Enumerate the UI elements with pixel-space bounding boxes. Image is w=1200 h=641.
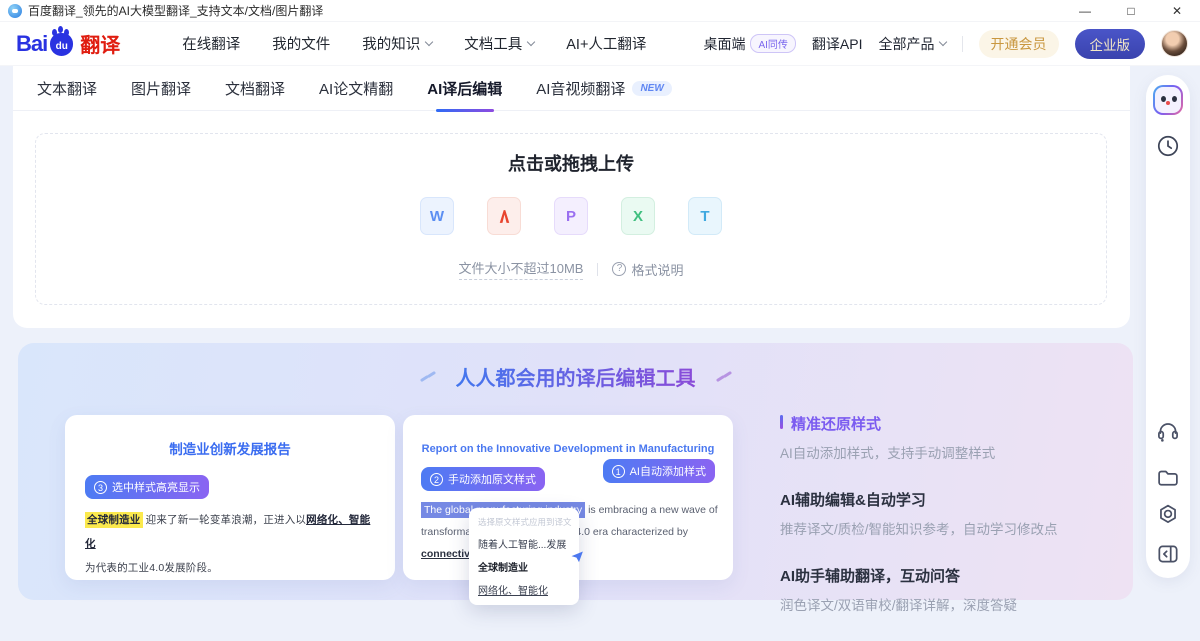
chevron-down-icon — [527, 37, 535, 45]
adobe-pdf-glyph — [495, 207, 514, 226]
main-panel: 文本翻译 图片翻译 文档翻译 AI论文精翻 AI译后编辑 AI音视频翻译 NEW… — [13, 66, 1130, 328]
style-picker-dropdown: 选择原文样式应用到译文 随着人工智能...发展 全球制造业 网络化、智能化 — [469, 508, 579, 605]
collapse-panel-icon[interactable] — [1155, 541, 1181, 567]
tab-ai-post-edit[interactable]: AI译后编辑 — [427, 66, 502, 111]
feature-style-restore[interactable]: 精准还原样式 AI自动添加样式，支持手动调整样式 — [780, 413, 1130, 462]
chevron-down-icon — [938, 37, 946, 45]
source-paragraph: 全球制造业 迎来了新一轮变革浪潮，正进入以网络化、智能化 为代表的工业4.0发展… — [85, 508, 375, 580]
customer-service-icon[interactable] — [1155, 418, 1181, 444]
txt-file-icon: T — [688, 197, 722, 235]
nav-my-knowledge[interactable]: 我的知识 — [362, 33, 432, 54]
nav-ai-human-translate[interactable]: AI+人工翻译 — [566, 33, 646, 54]
desktop-client-link[interactable]: 桌面端 AI同传 — [703, 34, 795, 54]
demo-card-source: 制造业创新发展报告 3 选中样式高亮显示 全球制造业 迎来了新一轮变革浪潮，正进… — [65, 415, 395, 580]
translate-api-link[interactable]: 翻译API — [812, 34, 863, 54]
hint-divider — [597, 263, 598, 276]
logo-bai-text: Bai — [16, 31, 47, 57]
source-doc-title: 制造业创新发展报告 — [65, 438, 395, 458]
header-divider — [962, 36, 963, 52]
promo-section: 人人都会用的译后编辑工具 制造业创新发展报告 3 选中样式高亮显示 全球制造业 … — [18, 343, 1133, 600]
word-file-icon: W — [420, 197, 454, 235]
tab-document-translate[interactable]: 文档翻译 — [225, 66, 285, 111]
minimize-button[interactable]: — — [1062, 0, 1108, 22]
upload-hints: 文件大小不超过10MB ? 格式说明 — [36, 258, 1106, 280]
manual-style-badge: 2 手动添加原文样式 — [421, 467, 545, 491]
auto-style-badge: 1 AI自动添加样式 — [603, 459, 715, 483]
window-title: 百度翻译_领先的AI大模型翻译_支持文本/文档/图片翻译 — [28, 2, 323, 19]
open-membership-button[interactable]: 开通会员 — [979, 30, 1059, 58]
window-controls: — □ ✕ — [1062, 0, 1200, 22]
mouse-cursor-icon — [568, 548, 585, 570]
nav-doc-tools[interactable]: 文档工具 — [464, 33, 534, 54]
history-icon[interactable] — [1155, 133, 1181, 159]
chevron-down-icon — [425, 37, 433, 45]
file-type-icons: W P X T — [36, 197, 1106, 235]
ppt-file-icon: P — [554, 197, 588, 235]
upload-title: 点击或拖拽上传 — [36, 150, 1106, 176]
ai-simul-badge: AI同传 — [750, 34, 795, 53]
dropdown-item-selected: 全球制造业 — [478, 559, 570, 574]
right-sidebar — [1146, 75, 1190, 578]
highlight-style-badge: 3 选中样式高亮显示 — [85, 475, 209, 499]
pdf-file-icon — [487, 197, 521, 235]
promo-title-row: 人人都会用的译后编辑工具 — [18, 343, 1133, 391]
folder-icon[interactable] — [1155, 465, 1181, 491]
tab-image-translate[interactable]: 图片翻译 — [131, 66, 191, 111]
tab-ai-paper-translate[interactable]: AI论文精翻 — [319, 66, 393, 111]
tab-ai-audio-video-translate[interactable]: AI音视频翻译 NEW — [536, 66, 672, 111]
header-right: 桌面端 AI同传 翻译API 全部产品 开通会员 企业版 — [703, 29, 1188, 59]
main-nav: 在线翻译 我的文件 我的知识 文档工具 AI+人工翻译 — [182, 33, 646, 54]
all-products-menu[interactable]: 全部产品 — [879, 34, 946, 54]
baidu-translate-logo[interactable]: Bai du 翻译 — [16, 29, 120, 58]
sparkle-left-icon — [420, 371, 436, 383]
question-mark-icon: ? — [612, 262, 626, 276]
excel-file-icon: X — [621, 197, 655, 235]
user-avatar[interactable] — [1161, 30, 1188, 57]
close-button[interactable]: ✕ — [1154, 0, 1200, 22]
promo-title: 人人都会用的译后编辑工具 — [456, 362, 696, 391]
file-size-hint: 文件大小不超过10MB — [459, 258, 584, 280]
translated-doc-title: Report on the Innovative Development in … — [403, 443, 733, 455]
nav-online-translate[interactable]: 在线翻译 — [182, 33, 240, 54]
tab-text-translate[interactable]: 文本翻译 — [37, 66, 97, 111]
dropdown-item: 网络化、智能化 — [478, 582, 570, 597]
enterprise-version-button[interactable]: 企业版 — [1075, 29, 1146, 59]
app-header: Bai du 翻译 在线翻译 我的文件 我的知识 文档工具 AI+人工翻译 桌面… — [0, 22, 1200, 66]
settings-icon[interactable] — [1155, 502, 1181, 528]
feature-ai-assistant-qa[interactable]: AI助手辅助翻译，互动问答 润色译文/双语审校/翻译详解，深度答疑 — [780, 565, 1130, 614]
window-titlebar: 百度翻译_领先的AI大模型翻译_支持文本/文档/图片翻译 — □ ✕ — [0, 0, 1200, 22]
feature-ai-assist-edit[interactable]: AI辅助编辑&自动学习 推荐译文/质检/智能知识参考，自动学习修改点 — [780, 489, 1130, 538]
yellow-highlight-text: 全球制造业 — [85, 512, 143, 528]
demo-card-translation: Report on the Innovative Development in … — [403, 415, 733, 580]
new-badge: NEW — [632, 81, 671, 96]
nav-my-files[interactable]: 我的文件 — [272, 33, 330, 54]
logo-fanyi-text: 翻译 — [80, 29, 120, 58]
ai-assistant-icon[interactable] — [1153, 85, 1183, 115]
feature-list: 精准还原样式 AI自动添加样式，支持手动调整样式 AI辅助编辑&自动学习 推荐译… — [780, 413, 1130, 641]
translate-tabs: 文本翻译 图片翻译 文档翻译 AI论文精翻 AI译后编辑 AI音视频翻译 NEW — [13, 66, 1130, 111]
maximize-button[interactable]: □ — [1108, 0, 1154, 22]
sparkle-right-icon — [716, 371, 732, 383]
underlined-english-text: connectivi — [421, 548, 473, 560]
dropdown-item: 随着人工智能...发展 — [478, 536, 570, 551]
upload-dropzone[interactable]: 点击或拖拽上传 W P X T 文件大小不超过10MB ? 格式说明 — [35, 133, 1107, 305]
dropdown-header: 选择原文样式应用到译文 — [478, 516, 570, 528]
baidu-paw-icon: du — [50, 33, 73, 56]
format-help-link[interactable]: ? 格式说明 — [612, 260, 683, 279]
app-icon — [8, 4, 22, 18]
